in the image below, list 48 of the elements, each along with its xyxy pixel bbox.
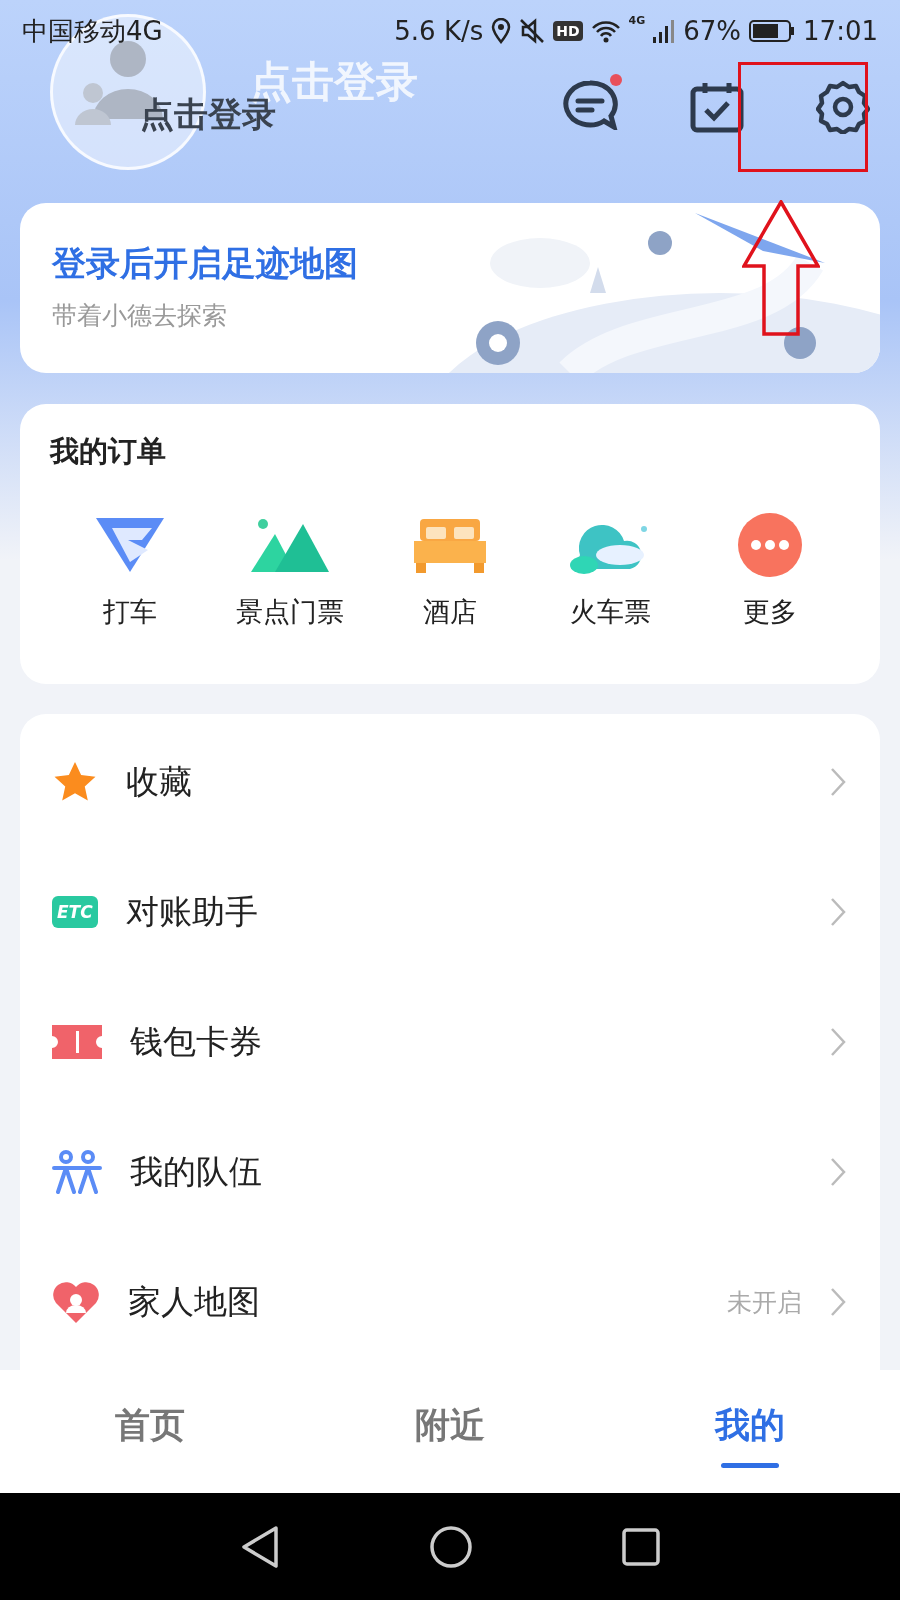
taxi-icon <box>94 516 166 574</box>
order-shortcut[interactable]: 景点门票 <box>210 512 370 630</box>
location-icon <box>491 18 512 44</box>
network-type: 4G <box>628 14 646 27</box>
clock: 17:01 <box>803 16 878 46</box>
battery-percent: 67% <box>683 16 742 46</box>
carrier-label: 中国移动4G <box>22 14 163 48</box>
nav-tab[interactable]: 附近 <box>300 1370 600 1493</box>
menu-item[interactable]: 家人地图 未开启 <box>20 1237 880 1367</box>
menu-item[interactable]: 收藏 <box>20 717 880 847</box>
order-shortcut[interactable]: 打车 <box>50 512 210 630</box>
chevron-icon <box>830 1157 846 1187</box>
message-icon[interactable] <box>562 80 618 130</box>
calendar-check-icon[interactable] <box>690 81 744 133</box>
battery-icon <box>749 20 796 42</box>
menu-item[interactable]: 我的队伍 <box>20 1107 880 1237</box>
people-icon <box>52 1150 102 1194</box>
footprint-card[interactable]: 登录后开启足迹地图 带着小德去探索 <box>20 203 880 373</box>
back-icon[interactable] <box>240 1524 280 1569</box>
nav-tab[interactable]: 我的 <box>600 1370 900 1493</box>
ticket-icon <box>52 1025 102 1059</box>
bed-icon <box>414 517 486 573</box>
menu-item[interactable]: ETC 对账助手 <box>20 847 880 977</box>
menu-item[interactable]: 钱包卡券 <box>20 977 880 1107</box>
chevron-icon <box>830 1027 846 1057</box>
nav-tab[interactable]: 首页 <box>0 1370 300 1493</box>
order-shortcut[interactable]: 更多 <box>690 512 850 630</box>
settings-icon[interactable] <box>816 80 870 134</box>
chevron-icon <box>830 767 846 797</box>
recents-icon[interactable] <box>622 1527 660 1566</box>
heart-person-icon <box>52 1279 100 1325</box>
wifi-icon <box>590 19 621 43</box>
footprint-title: 登录后开启足迹地图 <box>52 242 358 285</box>
network-speed: 5.6 K/s <box>394 16 484 46</box>
orders-title: 我的订单 <box>50 433 167 470</box>
order-shortcut[interactable]: 酒店 <box>370 512 530 630</box>
chevron-icon <box>830 897 846 927</box>
hd-icon: HD <box>553 21 583 41</box>
home-icon[interactable] <box>430 1525 472 1568</box>
more-icon <box>738 513 802 577</box>
chevron-icon <box>830 1287 846 1317</box>
mountain-icon <box>251 516 329 574</box>
status-label: 未开启 <box>727 1286 802 1319</box>
mute-icon <box>519 18 546 44</box>
footprint-subtitle: 带着小德去探索 <box>52 300 227 332</box>
order-shortcut[interactable]: 火车票 <box>530 512 690 630</box>
etc-icon: ETC <box>52 896 98 928</box>
signal-icon <box>653 19 676 43</box>
